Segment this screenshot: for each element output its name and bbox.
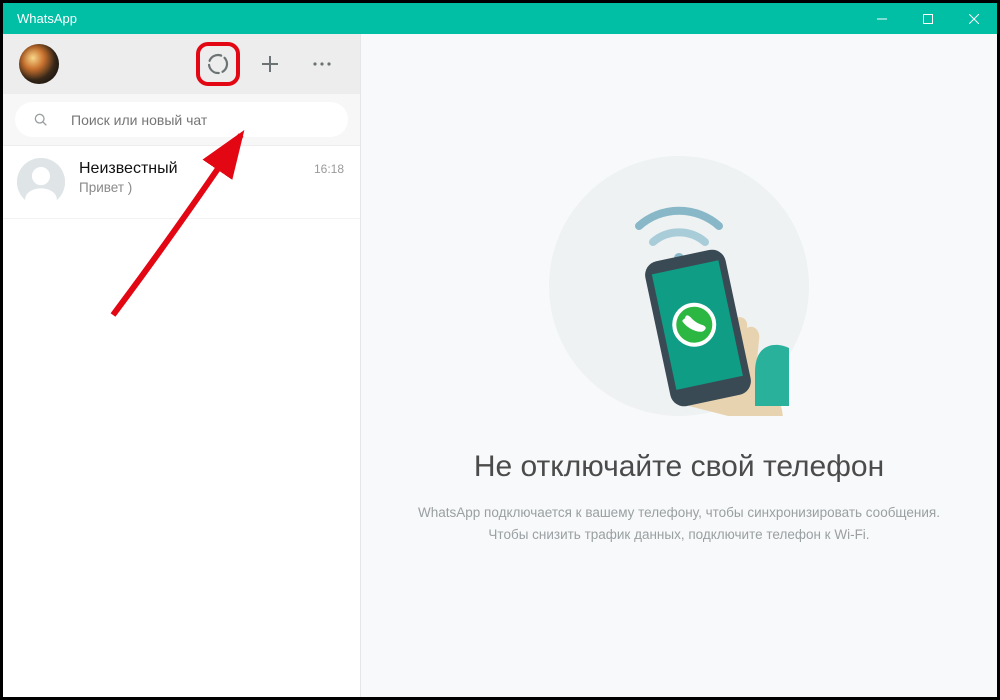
profile-avatar[interactable] <box>19 44 59 84</box>
minimize-button[interactable] <box>859 3 905 34</box>
plus-icon <box>258 52 282 76</box>
menu-button[interactable] <box>300 42 344 86</box>
new-chat-button[interactable] <box>248 42 292 86</box>
search-input[interactable] <box>71 112 334 128</box>
chat-preview: Привет ) <box>79 180 300 195</box>
main-subline: WhatsApp подключается к вашему телефону,… <box>401 502 957 545</box>
status-icon <box>206 52 230 76</box>
main-headline: Не отключайте свой телефон <box>474 450 884 484</box>
close-button[interactable] <box>951 3 997 34</box>
connect-illustration <box>549 156 809 416</box>
search-field[interactable] <box>15 102 348 137</box>
sidebar: Неизвестный Привет ) 16:18 <box>3 34 361 697</box>
titlebar: WhatsApp <box>3 3 997 34</box>
chat-name: Неизвестный <box>79 160 300 178</box>
app-title: WhatsApp <box>17 11 77 26</box>
menu-dots-icon <box>310 52 334 76</box>
chat-list-item[interactable]: Неизвестный Привет ) 16:18 <box>3 146 360 219</box>
window-controls <box>859 3 997 34</box>
main-panel: Не отключайте свой телефон WhatsApp подк… <box>361 34 997 697</box>
status-button[interactable] <box>196 42 240 86</box>
chat-list: Неизвестный Привет ) 16:18 <box>3 146 360 697</box>
maximize-button[interactable] <box>905 3 951 34</box>
search-icon <box>33 112 49 128</box>
default-avatar-icon <box>17 158 65 206</box>
sidebar-header <box>3 34 360 94</box>
contact-avatar <box>17 158 65 206</box>
search-bar <box>3 94 360 146</box>
chat-time: 16:18 <box>314 158 344 176</box>
